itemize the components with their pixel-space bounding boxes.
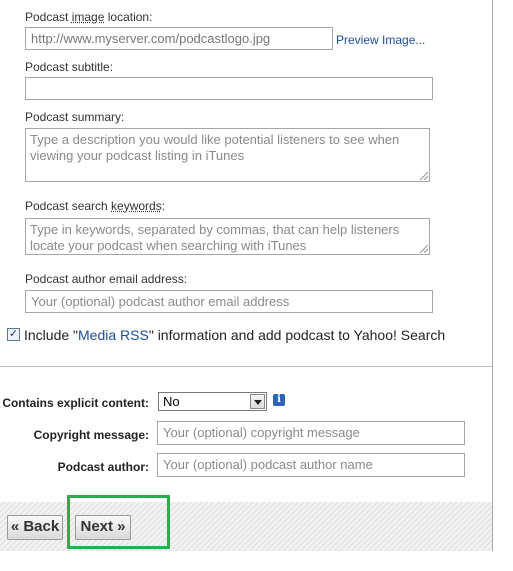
author-email-label: Podcast author email address: <box>25 272 188 286</box>
summary-label: Podcast summary: <box>25 110 125 124</box>
summary-textarea[interactable]: Type a description you would like potent… <box>25 128 430 182</box>
subtitle-input[interactable] <box>25 77 433 100</box>
image-location-input[interactable]: http://www.myserver.com/podcastlogo.jpg <box>25 27 333 50</box>
media-rss-text: Include "Media RSS" information and add … <box>24 327 446 343</box>
summary-placeholder: Type a description you would like potent… <box>30 132 400 163</box>
info-icon[interactable]: i <box>273 394 285 406</box>
resize-grip-icon[interactable] <box>420 245 428 253</box>
copyright-input[interactable]: Your (optional) copyright message <box>157 421 465 445</box>
next-button-highlight <box>67 495 170 549</box>
explicit-label: Contains explicit content: <box>2 396 149 410</box>
author-label: Podcast author: <box>57 460 149 474</box>
back-button[interactable]: « Back <box>7 515 63 540</box>
explicit-select[interactable]: No <box>158 392 267 411</box>
resize-grip-icon[interactable] <box>420 172 428 180</box>
copyright-label: Copyright message: <box>33 428 149 442</box>
image-location-label: Podcast image location: <box>25 10 153 24</box>
keywords-label: Podcast search keywords: <box>25 199 166 213</box>
keywords-textarea[interactable]: Type in keywords, separated by commas, t… <box>25 218 430 255</box>
media-rss-checkbox[interactable]: ✓ <box>7 328 20 341</box>
author-email-input[interactable]: Your (optional) podcast author email add… <box>25 290 433 313</box>
form-panel: Podcast image location: http://www.myser… <box>0 0 493 551</box>
preview-image-link[interactable]: Preview Image... <box>336 33 425 47</box>
section-divider <box>0 366 492 367</box>
keywords-placeholder: Type in keywords, separated by commas, t… <box>30 222 400 253</box>
media-rss-link[interactable]: Media RSS <box>78 327 149 343</box>
author-input[interactable]: Your (optional) podcast author name <box>157 453 465 477</box>
chevron-down-icon[interactable] <box>250 394 265 409</box>
subtitle-label: Podcast subtitle: <box>25 60 114 74</box>
